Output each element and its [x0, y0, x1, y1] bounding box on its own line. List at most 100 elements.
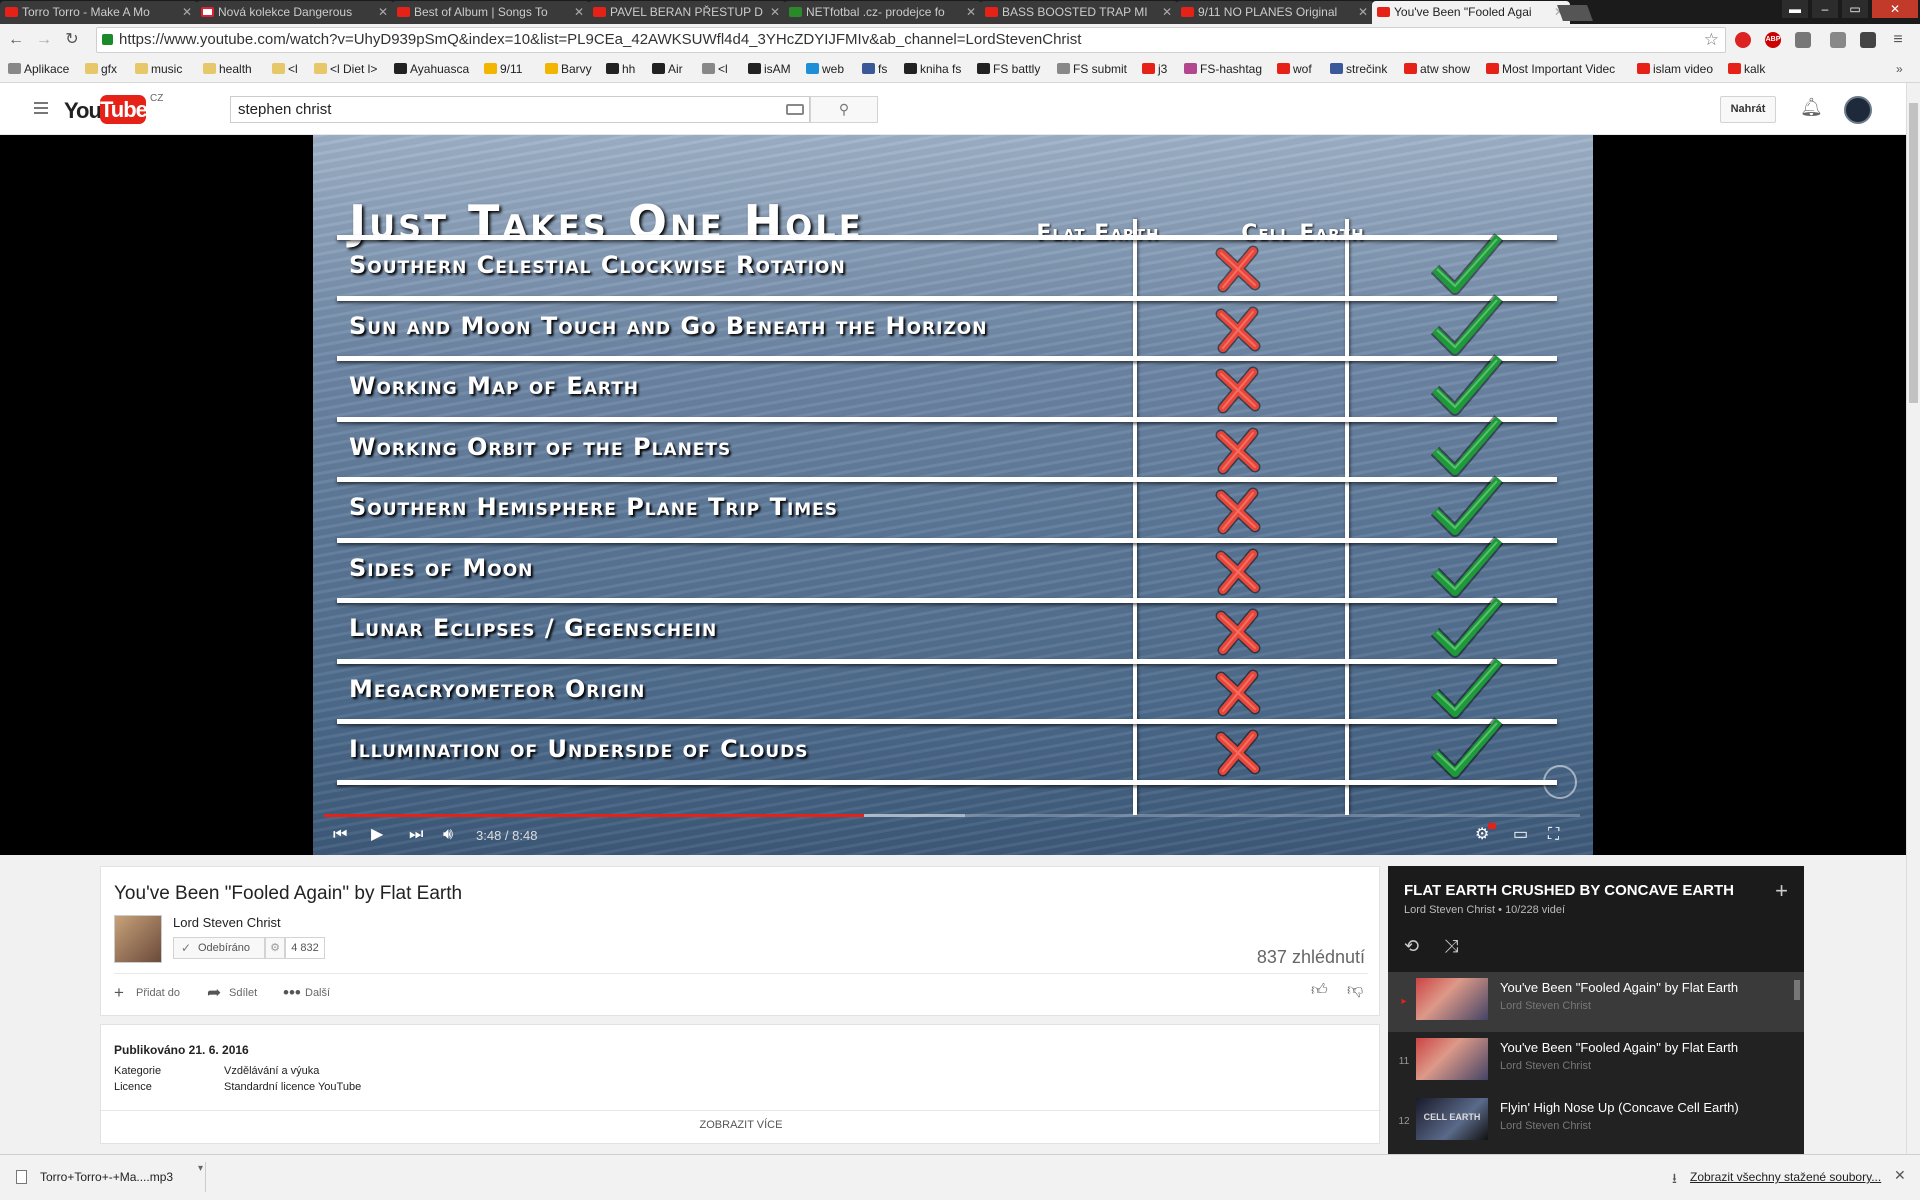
close-tab-icon[interactable]: ✕: [1162, 1, 1172, 24]
share-button[interactable]: ➦ Sdílet: [207, 983, 257, 1002]
address-bar[interactable]: https://www.youtube.com/watch?v=UhyD939p…: [96, 27, 1726, 53]
close-tab-icon[interactable]: ✕: [182, 1, 192, 24]
show-all-downloads-link[interactable]: ⭳ Zobrazit všechny stažené soubory...: [1672, 1170, 1881, 1186]
search-button[interactable]: ⚲: [810, 96, 878, 123]
user-icon[interactable]: ▬: [1782, 0, 1808, 18]
close-tab-icon[interactable]: ✕: [966, 1, 976, 24]
extension-icon[interactable]: [1735, 32, 1751, 48]
dislike-icon[interactable]: 👎︎: [1347, 981, 1363, 1000]
bookmark-item[interactable]: FS submit: [1057, 62, 1127, 76]
search-input[interactable]: stephen christ: [230, 96, 810, 123]
pocket-icon[interactable]: [1860, 32, 1876, 48]
browser-tab[interactable]: PAVEL BERAN PŘESTUP D ✕: [588, 1, 786, 24]
playlist-item-index: 12: [1398, 1116, 1410, 1127]
download-item[interactable]: Torro+Torro+-+Ma....mp3: [8, 1162, 206, 1192]
browser-tab[interactable]: NETfotbal .cz- prodejce fo ✕: [784, 1, 982, 24]
bookmark-item[interactable]: wof: [1277, 62, 1312, 76]
add-playlist-icon[interactable]: +: [1775, 878, 1788, 904]
page-scrollbar[interactable]: [1906, 83, 1920, 1154]
scrollbar-thumb[interactable]: [1909, 103, 1918, 403]
show-more-button[interactable]: ZOBRAZIT VÍCE: [101, 1110, 1381, 1131]
reload-icon[interactable]: ↻: [62, 31, 82, 49]
bookmark-item[interactable]: isAM: [748, 62, 791, 76]
more-bookmarks-icon[interactable]: »: [1896, 62, 1903, 76]
bookmark-item[interactable]: <l: [272, 62, 298, 76]
subscription-settings-icon[interactable]: ⚙: [265, 937, 285, 959]
browser-tab[interactable]: BASS BOOSTED TRAP MI ✕: [980, 1, 1178, 24]
bookmark-item[interactable]: <l Diet l>: [314, 62, 377, 76]
bookmark-item[interactable]: fs: [862, 62, 887, 76]
playlist-item[interactable]: ▸ You've Been "Fooled Again" by Flat Ear…: [1388, 972, 1804, 1032]
play-icon[interactable]: ▶: [371, 826, 383, 844]
account-avatar[interactable]: [1844, 96, 1872, 124]
close-tab-icon[interactable]: ✕: [574, 1, 584, 24]
back-icon[interactable]: ←: [6, 31, 26, 49]
bookmark-item[interactable]: Air: [652, 62, 683, 76]
playlist-item[interactable]: 11 You've Been "Fooled Again" by Flat Ea…: [1388, 1032, 1804, 1092]
bookmark-item[interactable]: gfx: [85, 62, 117, 76]
close-tab-icon[interactable]: ✕: [770, 1, 780, 24]
playlist-title[interactable]: FLAT EARTH CRUSHED BY CONCAVE EARTH: [1404, 882, 1734, 899]
guide-menu-icon[interactable]: [34, 102, 48, 114]
keyboard-icon[interactable]: [786, 104, 804, 115]
bookmark-item[interactable]: hh: [606, 62, 635, 76]
like-icon[interactable]: 👍︎: [1311, 981, 1328, 1000]
notifications-bell-icon[interactable]: 🔔︎: [1800, 97, 1823, 118]
browser-tab-active[interactable]: You've Been "Fooled Agai✕: [1372, 1, 1570, 24]
add-to-button[interactable]: + Přidat do: [114, 983, 180, 1002]
close-downloads-icon[interactable]: ✕: [1894, 1167, 1906, 1184]
bookmark-item[interactable]: web: [806, 62, 844, 76]
upload-button[interactable]: Nahrát: [1720, 96, 1776, 123]
fullscreen-icon[interactable]: ⛶: [1548, 826, 1559, 844]
video-frame[interactable]: Just Takes One Hole Flat Earth Cell Eart…: [313, 135, 1593, 855]
bookmark-item[interactable]: j3: [1142, 62, 1167, 76]
channel-name[interactable]: Lord Steven Christ: [173, 915, 281, 930]
new-tab-button[interactable]: [1557, 5, 1593, 21]
browser-tab[interactable]: Nová kolekce Dangerous ✕: [196, 1, 394, 24]
bookmark-item[interactable]: FS-hashtag: [1184, 62, 1262, 76]
subscribed-button[interactable]: ✓ Odebíráno: [173, 937, 265, 959]
previous-icon[interactable]: ⏮: [333, 826, 347, 844]
bookmark-item[interactable]: Barvy: [545, 62, 592, 76]
adblock-icon[interactable]: ABP: [1765, 32, 1781, 48]
playlist-scrollbar[interactable]: [1794, 980, 1800, 1000]
more-button[interactable]: ••• Další: [283, 983, 330, 1002]
extension-icon[interactable]: [1830, 32, 1846, 48]
bookmark-item[interactable]: islam video: [1637, 62, 1713, 76]
maximize-icon[interactable]: ▭: [1842, 0, 1868, 18]
bookmark-item[interactable]: strečink: [1330, 62, 1387, 76]
close-window-icon[interactable]: ✕: [1872, 0, 1918, 18]
bookmark-item[interactable]: music: [135, 62, 182, 76]
close-tab-icon[interactable]: ✕: [1358, 1, 1368, 24]
browser-tab[interactable]: 9/11 NO PLANES Original ✕: [1176, 1, 1374, 24]
bookmark-item[interactable]: 9/11: [484, 62, 522, 76]
video-player[interactable]: Just Takes One Hole Flat Earth Cell Eart…: [0, 135, 1906, 855]
bookmark-item[interactable]: FS battly: [977, 62, 1040, 76]
next-icon[interactable]: ⏭: [409, 826, 423, 844]
bookmark-item[interactable]: <l: [702, 62, 728, 76]
extension-icon[interactable]: [1795, 32, 1811, 48]
bookmark-item[interactable]: atw show: [1404, 62, 1470, 76]
bookmark-star-icon[interactable]: ☆: [1704, 28, 1719, 52]
loop-icon[interactable]: ⟲: [1404, 936, 1419, 957]
bookmark-item[interactable]: kalk: [1728, 62, 1765, 76]
shuffle-icon[interactable]: ⤨: [1444, 936, 1458, 957]
close-tab-icon[interactable]: ✕: [378, 1, 388, 24]
bookmark-item[interactable]: Most Important Videc: [1486, 62, 1615, 76]
volume-icon[interactable]: 🔊︎: [443, 826, 453, 844]
category-value[interactable]: Vzdělávání a výuka: [224, 1065, 319, 1077]
bookmark-item[interactable]: Ayahuasca: [394, 62, 469, 76]
minimize-icon[interactable]: –: [1812, 0, 1838, 18]
browser-tab[interactable]: Best of Album | Songs To ✕: [392, 1, 590, 24]
channel-avatar[interactable]: [114, 915, 162, 963]
bookmark-item[interactable]: Aplikace: [8, 62, 69, 76]
browser-tab[interactable]: Torro Torro - Make A Mo ✕: [0, 1, 198, 24]
menu-icon[interactable]: ≡: [1890, 32, 1906, 48]
bookmark-item[interactable]: kniha fs: [904, 62, 961, 76]
theater-mode-icon[interactable]: ▭: [1513, 826, 1528, 844]
playlist-item[interactable]: 12 CELL EARTH Flyin' High Nose Up (Conca…: [1388, 1092, 1804, 1152]
bookmark-item[interactable]: health: [203, 62, 252, 76]
settings-gear-icon[interactable]: ⚙: [1475, 826, 1489, 844]
download-menu-icon[interactable]: ▾: [198, 1163, 203, 1174]
forward-icon[interactable]: →: [34, 31, 54, 49]
